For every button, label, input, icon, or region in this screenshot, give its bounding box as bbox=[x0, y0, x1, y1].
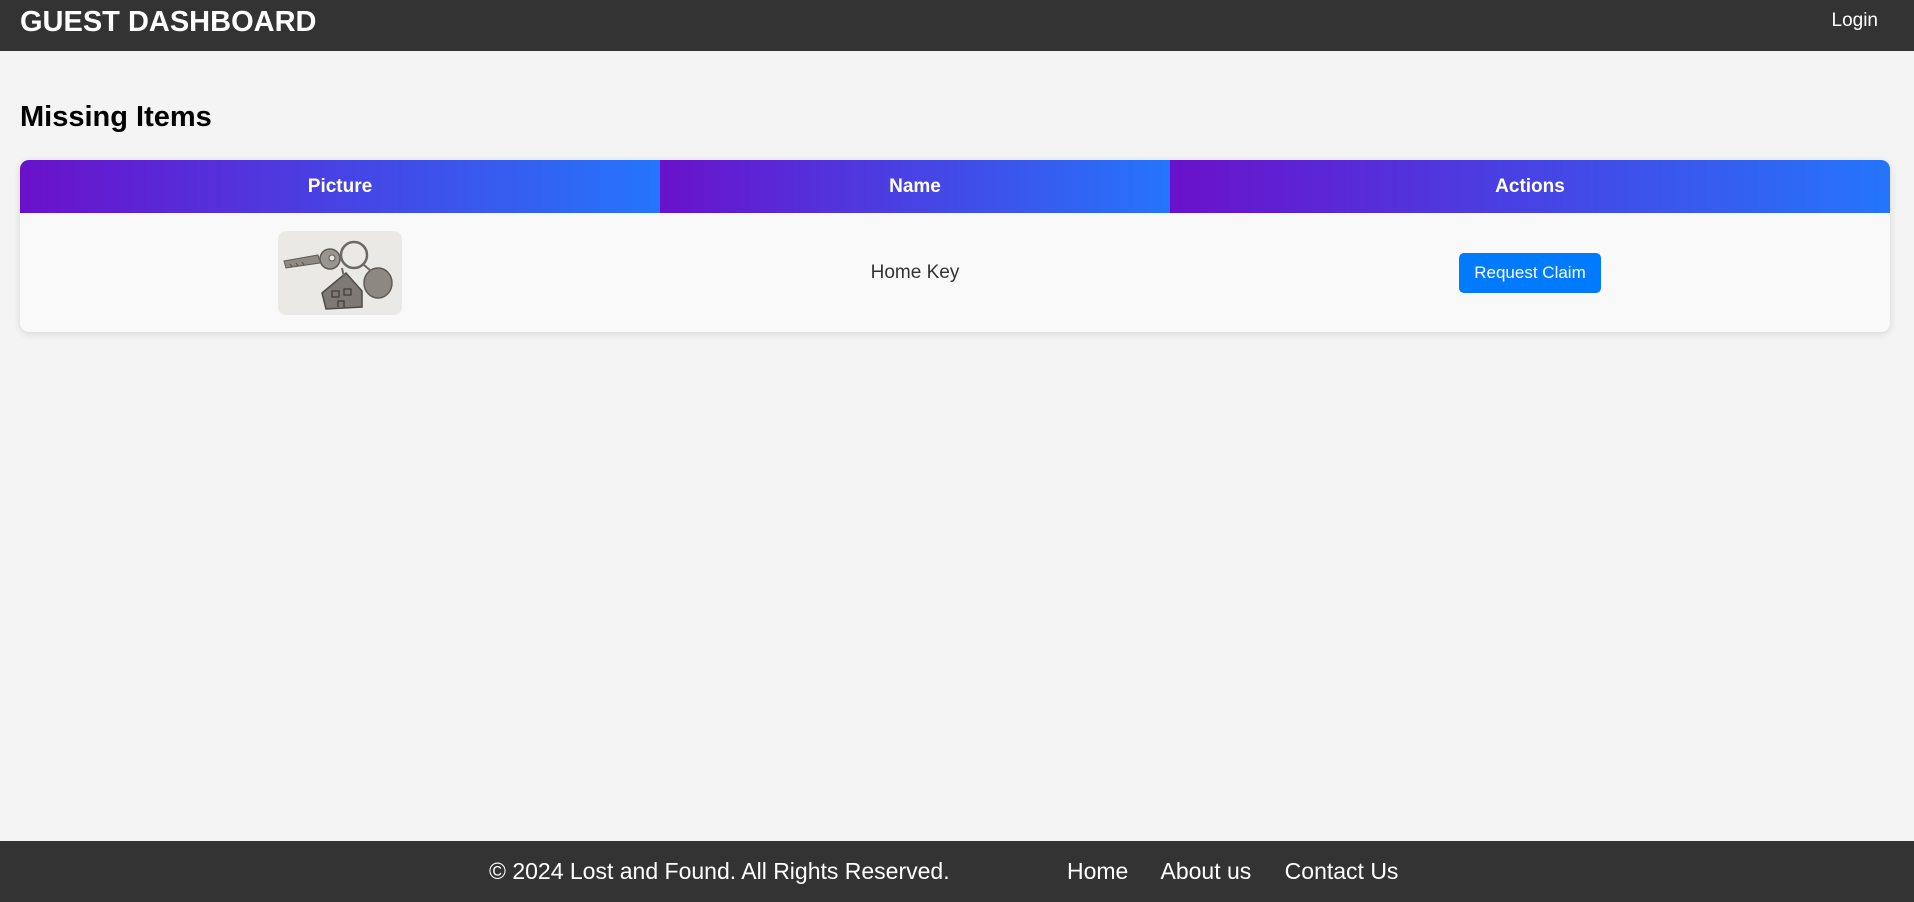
table-row: Home Key Request Claim bbox=[20, 213, 1890, 332]
footer-link-contact-us[interactable]: Contact Us bbox=[1285, 858, 1399, 884]
missing-items-table-card: Picture Name Actions Home Key Request Cl… bbox=[20, 160, 1890, 332]
login-link[interactable]: Login bbox=[1832, 10, 1879, 32]
column-header-picture: Picture bbox=[20, 160, 660, 213]
house-key-icon bbox=[278, 230, 402, 315]
footer-link-home[interactable]: Home bbox=[1067, 858, 1128, 884]
actions-cell: Request Claim bbox=[1170, 213, 1890, 332]
table-header-row: Picture Name Actions bbox=[20, 160, 1890, 213]
column-header-actions: Actions bbox=[1170, 160, 1890, 213]
app-title: GUEST DASHBOARD bbox=[20, 6, 317, 38]
item-name-cell: Home Key bbox=[870, 261, 960, 283]
page-title: Missing Items bbox=[20, 101, 212, 133]
footer-links: Home About us Contact Us bbox=[1067, 857, 1425, 885]
copyright-text: © 2024 Lost and Found. All Rights Reserv… bbox=[489, 858, 950, 884]
top-navbar: GUEST DASHBOARD Login bbox=[0, 0, 1914, 51]
request-claim-button[interactable]: Request Claim bbox=[1459, 252, 1601, 293]
column-header-name: Name bbox=[660, 160, 1170, 213]
picture-cell bbox=[20, 213, 660, 332]
page-footer: © 2024 Lost and Found. All Rights Reserv… bbox=[0, 841, 1914, 902]
footer-link-about-us[interactable]: About us bbox=[1160, 858, 1251, 884]
missing-items-table: Picture Name Actions Home Key Request Cl… bbox=[20, 160, 1890, 332]
